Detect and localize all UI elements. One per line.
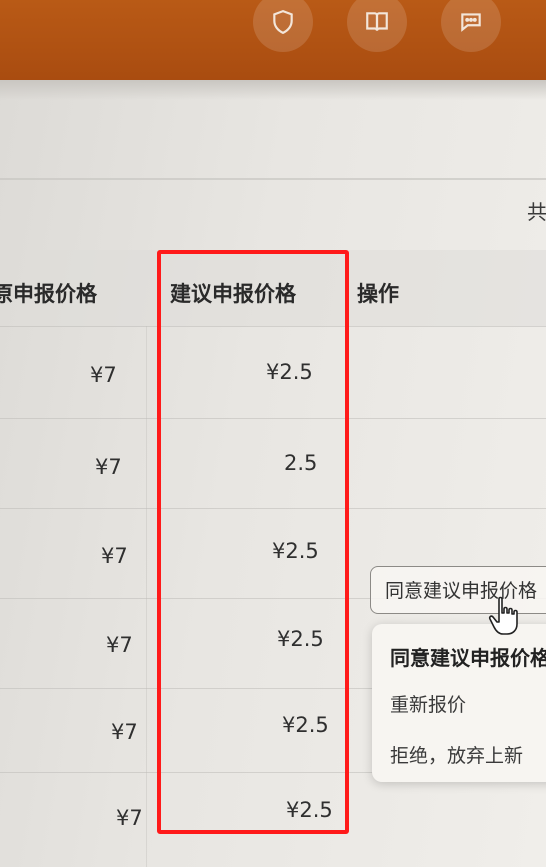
divider — [0, 178, 546, 180]
table-row-original-price: ¥7 — [106, 633, 133, 657]
top-header-bar — [0, 0, 546, 80]
header-original-price: 原申报价格 — [0, 282, 97, 306]
menu-item-requote[interactable]: 重新报价 — [390, 690, 466, 717]
book-icon[interactable] — [347, 0, 407, 52]
header-shadow — [0, 80, 546, 100]
action-dropdown-menu: 同意建议申报价格 重新报价 拒绝，放弃上新 — [372, 624, 546, 782]
table-row-original-price: ¥7 — [95, 455, 122, 479]
suggested-price-highlight-box — [157, 250, 349, 834]
header-action: 操作 — [357, 282, 399, 306]
table-row-original-price: ¥7 — [116, 806, 143, 830]
table-row-original-price: ¥7 — [111, 720, 138, 744]
chat-icon[interactable] — [441, 0, 501, 52]
menu-item-reject[interactable]: 拒绝，放弃上新 — [390, 741, 523, 768]
table-row-original-price: ¥7 — [90, 363, 117, 387]
shield-icon[interactable] — [253, 0, 313, 52]
page: 共 原申报价格 建议申报价格 操作 ¥7 ¥2.5 ¥7 2.5 ¥7 ¥2.5… — [0, 0, 546, 867]
table-row-original-price: ¥7 — [101, 544, 128, 568]
menu-item-agree[interactable]: 同意建议申报价格 — [390, 642, 546, 671]
hand-cursor-icon — [488, 596, 518, 635]
column-separator — [146, 326, 147, 867]
total-count-label: 共 — [527, 200, 546, 224]
